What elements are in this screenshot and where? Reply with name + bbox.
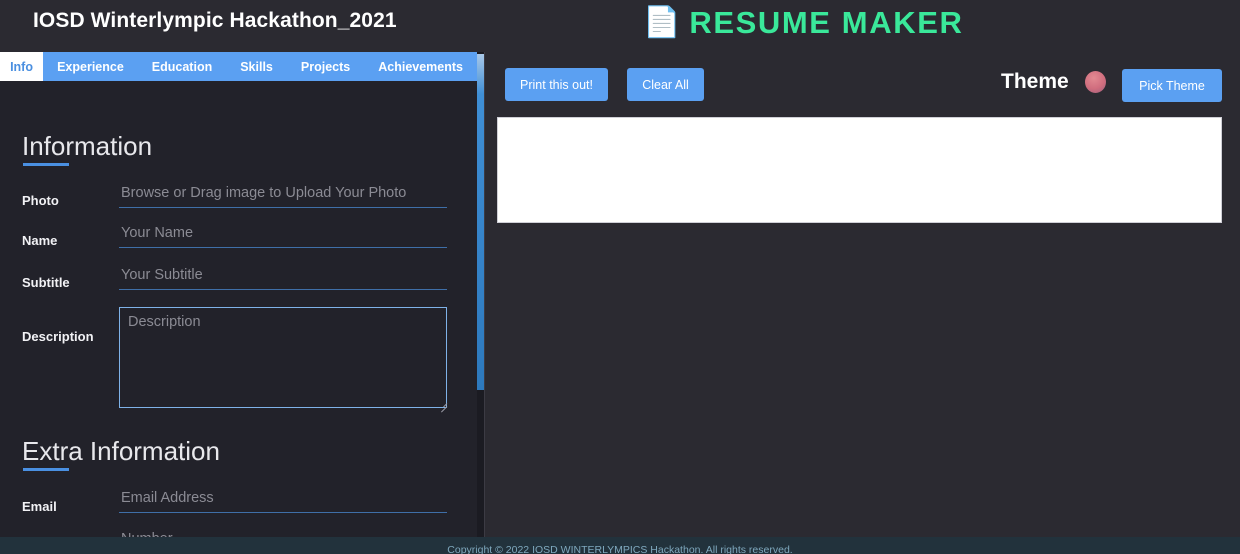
footer: Copyright © 2022 IOSD WINTERLYMPICS Hack… [0,537,1240,554]
email-label: Email [22,499,57,514]
resume-maker-app: IOSD Winterlympic Hackathon_2021 📄 RESUM… [0,0,1240,554]
information-heading: Information [22,131,153,166]
description-label: Description [22,329,94,344]
subtitle-label: Subtitle [22,275,70,290]
name-input[interactable] [119,223,447,248]
hackathon-title: IOSD Winterlympic Hackathon_2021 [33,9,397,32]
theme-label: Theme [1001,70,1069,93]
resume-preview-canvas[interactable] [497,117,1222,223]
theme-color-swatch[interactable] [1085,71,1106,93]
form-panel: Info Experience Education Skills Project… [0,52,477,537]
extra-information-heading: Extra Information [22,436,220,471]
copyright-text: Copyright © 2022 IOSD WINTERLYMPICS Hack… [447,544,793,554]
info-form: Information Photo Name Subtitle Descript… [0,81,477,537]
tab-projects[interactable]: Projects [287,52,364,81]
form-scrollbar-thumb[interactable] [477,54,484,390]
tab-skills[interactable]: Skills [226,52,287,81]
contact-input[interactable] [119,529,447,537]
print-button[interactable]: Print this out! [505,68,608,101]
pick-theme-button[interactable]: Pick Theme [1122,69,1222,102]
subtitle-input[interactable] [119,265,447,290]
description-textarea[interactable] [119,307,447,408]
photo-input[interactable] [119,183,447,208]
app-header: IOSD Winterlympic Hackathon_2021 📄 RESUM… [0,0,1240,52]
tab-experience[interactable]: Experience [43,52,138,81]
email-input[interactable] [119,488,447,513]
brand: 📄 RESUME MAKER [643,5,963,41]
tab-info[interactable]: Info [0,52,44,81]
tab-achievements[interactable]: Achievements [364,52,477,81]
tab-bar: Info Experience Education Skills Project… [0,52,477,81]
document-page-icon: 📄 [643,6,681,39]
tab-education[interactable]: Education [138,52,226,81]
brand-title: RESUME MAKER [689,5,964,40]
photo-label: Photo [22,193,59,208]
clear-all-button[interactable]: Clear All [627,68,704,101]
name-label: Name [22,233,58,248]
